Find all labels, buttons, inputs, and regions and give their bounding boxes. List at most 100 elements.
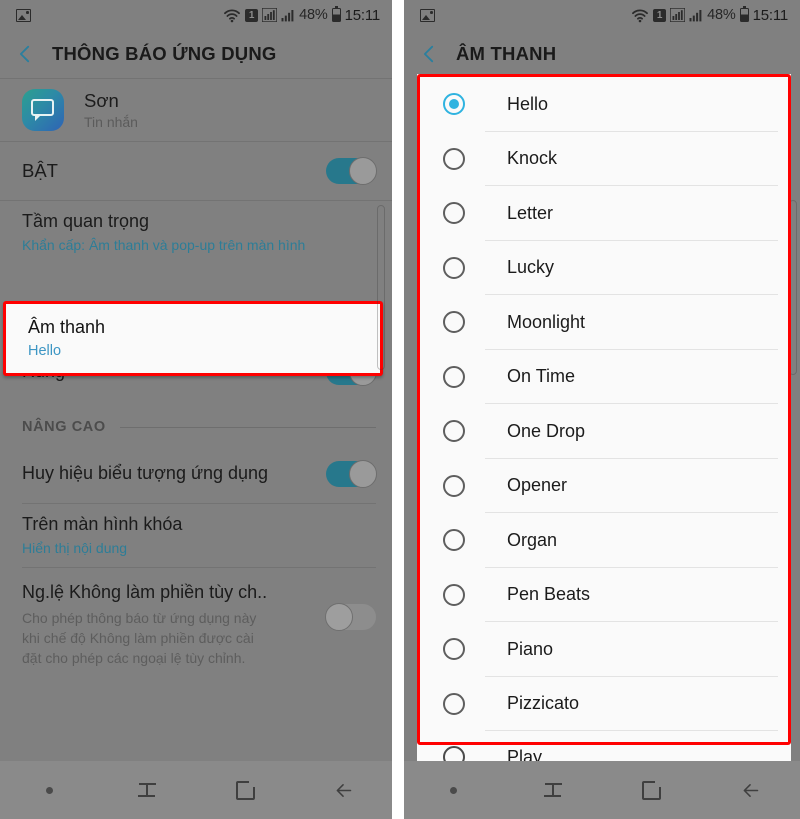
list-item-label: Opener [507, 475, 568, 496]
photo-icon [420, 8, 435, 22]
list-item[interactable]: Pizzicato [420, 677, 788, 731]
radio-button[interactable] [443, 256, 465, 279]
radio-button[interactable] [443, 93, 465, 116]
sim-badge-icon: 1 [245, 8, 259, 22]
sound-list-highlighted: Hello Knock Letter Lucky Moonlight On Ti… [417, 74, 791, 745]
page-title: ÂM THANH [456, 43, 557, 64]
list-item-label: Letter [507, 202, 554, 223]
list-item[interactable]: On Time [420, 350, 788, 404]
scrollbar-left[interactable] [377, 205, 385, 370]
nav-dot-button[interactable] [404, 761, 503, 819]
status-bar-left-icons [420, 8, 435, 22]
list-item[interactable]: Piano [420, 622, 788, 677]
list-item-label: Knock [507, 148, 558, 169]
signal-bars-icon [670, 8, 686, 22]
section-advanced-label: NÂNG CAO [22, 419, 106, 436]
list-item[interactable]: Hello [420, 77, 788, 132]
home-icon [235, 780, 255, 800]
signal-bars-icon [262, 8, 278, 22]
messages-app-icon [22, 89, 64, 131]
status-bar-left-icons [16, 8, 31, 22]
nav-home-button[interactable] [602, 761, 701, 819]
row-dnd-exception-subtitle: Cho phép thông báo từ ứng dụng này khi c… [22, 609, 257, 667]
nav-back-button[interactable] [701, 761, 800, 819]
row-sound-highlighted[interactable]: Âm thanh Hello [3, 301, 383, 376]
list-item[interactable]: Lucky [420, 241, 788, 295]
row-dnd-exception-toggle[interactable] [325, 603, 376, 632]
app-header-text: Sơn Tin nhắn [84, 90, 138, 130]
radio-button[interactable] [443, 420, 465, 443]
status-bar-left: 1 48% 15:11 [0, 0, 392, 30]
page-title: THÔNG BÁO ỨNG DỤNG [52, 43, 277, 64]
list-item[interactable]: Letter [420, 186, 788, 241]
radio-button[interactable] [443, 692, 465, 715]
left-app-bar: THÔNG BÁO ỨNG DỤNG [0, 30, 392, 78]
battery-percent-label: 48% [299, 6, 328, 23]
back-chevron-icon[interactable] [14, 43, 36, 65]
toggle-knob [349, 157, 377, 185]
row-app-icon-badges-labels: Huy hiệu biểu tượng ứng dụng [22, 453, 314, 495]
list-item[interactable]: Pen Beats [420, 568, 788, 622]
nav-bar-left [0, 761, 392, 819]
radio-button[interactable] [443, 583, 465, 606]
dot-icon [450, 786, 457, 794]
list-item[interactable]: Organ [420, 513, 788, 568]
home-icon [642, 780, 661, 800]
list-item[interactable]: Moonlight [420, 295, 788, 350]
radio-button[interactable] [443, 147, 465, 170]
row-dnd-exception[interactable]: Ng.lệ Không làm phiền tùy ch.. Cho phép … [0, 568, 392, 668]
row-dnd-exception-title: Ng.lệ Không làm phiền tùy ch.. [22, 582, 268, 603]
app-subtitle-label: Tin nhắn [84, 114, 138, 131]
section-rule [119, 426, 376, 428]
back-chevron-icon[interactable] [418, 43, 440, 65]
row-sound-title: Âm thanh [28, 317, 106, 337]
row-lock-screen-labels: Trên màn hình khóa Hiển thị nội dung [22, 504, 376, 567]
row-sound-subtitle: Hello [28, 342, 62, 359]
sim-badge-icon: 1 [653, 8, 667, 22]
nav-recents-button[interactable] [503, 761, 602, 819]
row-lock-screen[interactable]: Trên màn hình khóa Hiển thị nội dung [0, 504, 392, 567]
row-lock-screen-title: Trên màn hình khóa [22, 514, 183, 535]
row-dnd-exception-labels: Ng.lệ Không làm phiền tùy ch.. Cho phép … [22, 582, 314, 668]
list-item-label: Pizzicato [507, 693, 580, 714]
row-importance[interactable]: Tầm quan trọng Khẩn cấp: Âm thanh và pop… [0, 201, 392, 264]
recents-icon [137, 782, 157, 798]
list-item-label: On Time [507, 366, 576, 387]
toggle-knob [349, 460, 377, 489]
list-item-label: Hello [507, 93, 549, 114]
list-item[interactable]: Opener [420, 459, 788, 513]
radio-button[interactable] [443, 202, 465, 225]
status-bar-right: 1 48% 15:11 [404, 0, 800, 30]
left-phone-panel: 1 48% 15:11 THÔNG BÁO ỨNG DỤNG Sơn Tin n… [0, 0, 392, 819]
nav-home-button[interactable] [196, 761, 294, 819]
clock-label: 15:11 [752, 6, 789, 24]
toggle-knob [325, 603, 353, 632]
list-item-label: Moonlight [507, 311, 586, 332]
row-enable-title: BẬT [22, 159, 58, 181]
row-enable-labels: BẬT [22, 150, 314, 192]
row-app-icon-badges-toggle[interactable] [326, 460, 377, 489]
row-importance-title: Tầm quan trọng [22, 211, 150, 231]
row-enable[interactable]: BẬT [0, 142, 392, 200]
list-item[interactable]: Knock [420, 132, 788, 186]
radio-button[interactable] [443, 365, 465, 388]
row-app-icon-badges[interactable]: Huy hiệu biểu tượng ứng dụng [0, 445, 392, 503]
list-item[interactable]: One Drop [420, 404, 788, 459]
radio-button[interactable] [443, 311, 465, 334]
nav-dot-button[interactable] [0, 761, 98, 819]
row-sound-labels: Âm thanh Hello [6, 304, 380, 359]
row-enable-toggle[interactable] [326, 157, 377, 185]
radio-button[interactable] [443, 529, 465, 552]
radio-button[interactable] [443, 638, 465, 661]
app-header: Sơn Tin nhắn [0, 79, 392, 141]
nav-recents-button[interactable] [98, 761, 196, 819]
list-item-label: Pen Beats [507, 584, 591, 605]
dot-icon [45, 786, 53, 794]
recents-icon [543, 782, 563, 798]
list-item-label: Organ [507, 529, 558, 550]
radio-button[interactable] [443, 474, 465, 497]
screenshot-root: 1 48% 15:11 THÔNG BÁO ỨNG DỤNG Sơn Tin n… [0, 0, 800, 819]
list-item-label: Piano [507, 638, 554, 659]
right-phone-panel: 1 48% 15:11 ÂM THANH Play Hello Knock Le… [404, 0, 800, 819]
nav-back-button[interactable] [294, 761, 392, 819]
